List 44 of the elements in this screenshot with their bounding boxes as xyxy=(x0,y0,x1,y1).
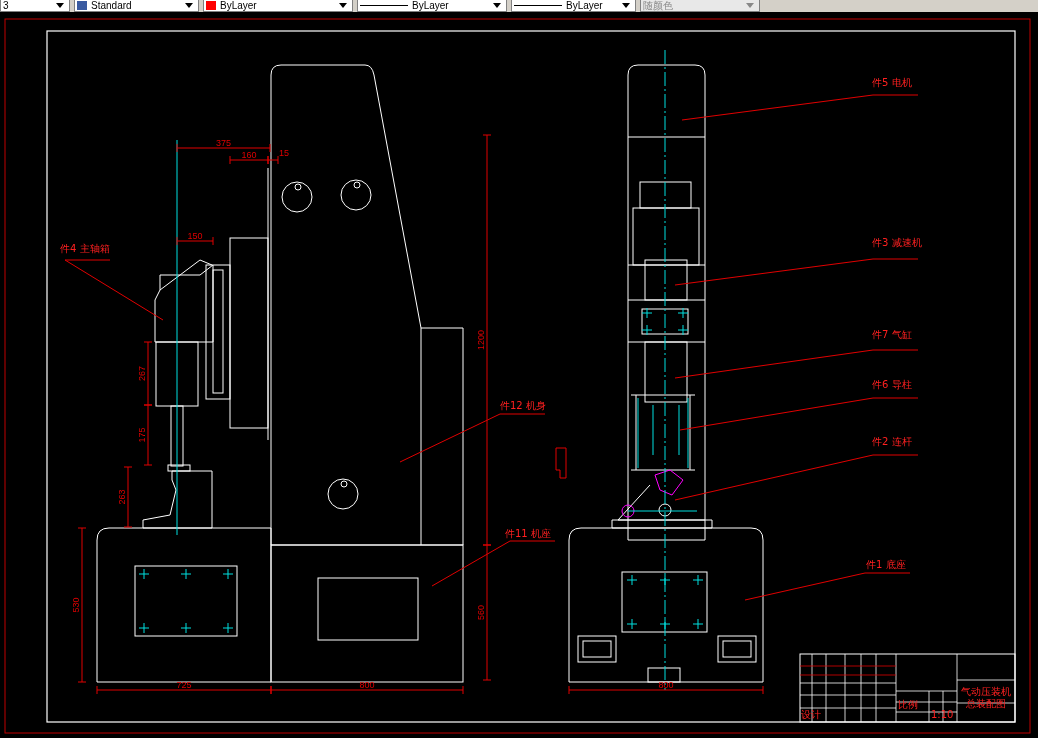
title-block-text: 比例 xyxy=(898,699,918,710)
dimension-text: 800 xyxy=(359,680,375,690)
dropdown[interactable]: ByLayer xyxy=(511,0,636,12)
section-mark-icon xyxy=(555,447,567,479)
dropdown-text: ByLayer xyxy=(566,0,604,11)
dropdown[interactable]: ByLayer xyxy=(357,0,507,12)
callout-label: 件4 主轴箱 xyxy=(60,243,110,254)
callout-label: 件11 机座 xyxy=(505,528,551,539)
title-block-text: 设计 xyxy=(801,709,821,720)
dimension-line xyxy=(143,341,153,406)
dimension-line xyxy=(123,466,133,528)
linetype-icon xyxy=(514,5,562,6)
text-style-icon xyxy=(77,1,87,10)
callout-label: 件5 电机 xyxy=(872,77,912,88)
callout-label: 件7 气缸 xyxy=(872,329,912,340)
dimension-text: 15 xyxy=(279,148,289,158)
dimension-text: 560 xyxy=(476,605,486,620)
dimension-text: 725 xyxy=(176,680,192,690)
dimension-text: 530 xyxy=(71,597,81,613)
dropdown-text: 3 xyxy=(3,0,10,11)
dimension-line xyxy=(143,404,153,466)
dropdown-text: ByLayer xyxy=(412,0,450,11)
callout-label: 件2 连杆 xyxy=(872,436,912,447)
dimension-text: 150 xyxy=(187,231,203,241)
callout-label: 件6 导柱 xyxy=(872,379,912,390)
dimension-text: 1200 xyxy=(476,330,486,350)
dimension-text: 263 xyxy=(117,489,127,505)
dropdown-text: Standard xyxy=(91,0,133,11)
drawing-title: 气动压装机总装配图 xyxy=(961,686,1011,709)
callout-label: 件3 减速机 xyxy=(872,237,922,248)
dimension-text: 267 xyxy=(137,366,147,381)
callout-label: 件1 底座 xyxy=(866,559,906,570)
linetype-icon xyxy=(360,5,408,6)
dropdown-text: 随颜色 xyxy=(643,0,674,11)
dropdown[interactable]: Standard xyxy=(74,0,199,12)
title-block-text: 1:10 xyxy=(931,709,954,720)
callout-label: 件12 机身 xyxy=(500,400,546,411)
dropdown[interactable]: ByLayer xyxy=(203,0,353,12)
dimension-text: 800 xyxy=(658,680,674,690)
dropdown-text: ByLayer xyxy=(220,0,258,11)
dropdown[interactable]: 3 xyxy=(0,0,70,12)
dimension-text: 375 xyxy=(216,138,231,148)
dimension-text: 160 xyxy=(241,150,257,160)
dimension-text: 175 xyxy=(137,427,147,443)
